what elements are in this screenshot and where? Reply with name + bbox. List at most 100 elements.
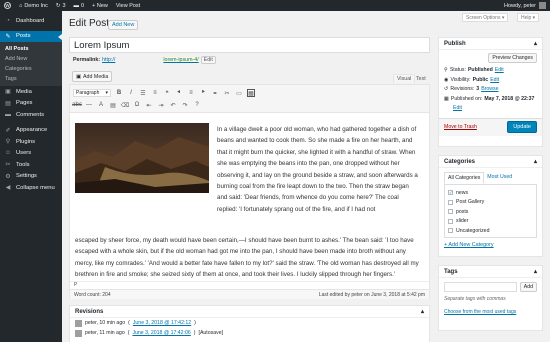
editor-toolbar: Paragraph ▾ B I ☰ ≡ ❝ ⯇ ≡ ⯈ ⚭ ✂ ▭ ▦ abc —… xyxy=(70,85,429,113)
align-left-icon[interactable]: ⯇ xyxy=(175,89,183,97)
new-content-label: + New xyxy=(92,2,108,9)
revision-link[interactable]: June 3, 2018 @ 17:42:12 xyxy=(133,320,191,326)
browse-link[interactable]: Browse xyxy=(481,86,498,92)
category-item[interactable]: Post Gallery xyxy=(448,198,533,208)
menu-pages[interactable]: ▤ Pages xyxy=(0,98,62,110)
post-image[interactable] xyxy=(75,123,209,193)
menu-dashboard[interactable]: ◔ Dashboard xyxy=(0,15,62,27)
category-item[interactable]: slider xyxy=(448,217,533,227)
read-more-icon[interactable]: ▭ xyxy=(235,89,243,97)
new-content-link[interactable]: + New xyxy=(88,0,112,11)
format-select[interactable]: Paragraph ▾ xyxy=(73,89,111,97)
pages-icon: ▤ xyxy=(5,100,11,107)
category-item[interactable]: ✓ news xyxy=(448,188,533,198)
add-new-category-link[interactable]: + Add New Category xyxy=(444,242,537,248)
align-center-icon[interactable]: ≡ xyxy=(187,89,195,97)
revision-link[interactable]: June 3, 2018 @ 17:42:06 xyxy=(132,330,190,336)
tab-most-used[interactable]: Most Used xyxy=(484,172,515,184)
updates-link[interactable]: ↻ 3 xyxy=(52,0,70,11)
indent-icon[interactable]: ⇥ xyxy=(157,101,165,109)
outdent-icon[interactable]: ⇤ xyxy=(145,101,153,109)
menu-plugins[interactable]: ⚲ Plugins xyxy=(0,136,62,148)
format-select-value: Paragraph xyxy=(76,90,100,96)
comments-link[interactable]: ▬ 0 xyxy=(70,0,89,11)
checkbox-checked[interactable]: ✓ xyxy=(448,190,453,196)
toolbar-toggle-icon[interactable]: ▦ xyxy=(247,89,255,97)
special-character-icon[interactable]: Ω xyxy=(133,101,141,109)
text-color-icon[interactable]: A xyxy=(97,101,105,109)
menu-comments[interactable]: ▬ Comments xyxy=(0,109,62,121)
checkbox[interactable] xyxy=(448,218,453,224)
bullet-list-icon[interactable]: ☰ xyxy=(139,89,147,97)
wrench-icon: ✂ xyxy=(5,162,11,169)
choose-tags-link[interactable]: Choose from the most used tags xyxy=(439,302,542,315)
publish-header[interactable]: Publish ▴ xyxy=(439,38,542,50)
strikethrough-icon[interactable]: abc xyxy=(72,101,82,109)
menu-users[interactable]: ☺ Users xyxy=(0,148,62,160)
permalink-url[interactable]: http:// lorem-ipsum-4/ xyxy=(102,57,199,63)
add-new-button[interactable]: Add New xyxy=(108,20,139,30)
chevron-up-icon: ▴ xyxy=(420,309,424,315)
help-button[interactable]: Help ▾ xyxy=(517,13,540,22)
menu-appearance[interactable]: ✐ Appearance xyxy=(0,125,62,137)
my-account-link[interactable]: Howdy, peter xyxy=(504,2,550,9)
clear-formatting-icon[interactable]: ⌫ xyxy=(121,101,129,109)
tags-input[interactable] xyxy=(444,282,517,292)
submenu-all-posts[interactable]: All Posts xyxy=(0,44,62,54)
bold-icon[interactable]: B xyxy=(115,89,123,97)
add-tag-button[interactable]: Add xyxy=(519,282,537,292)
categories-header[interactable]: Categories ▴ xyxy=(439,156,542,168)
italic-icon[interactable]: I xyxy=(127,89,135,97)
view-post-link[interactable]: View Post xyxy=(112,0,144,11)
menu-settings[interactable]: ⚙ Settings xyxy=(0,171,62,183)
add-media-button[interactable]: ▣ Add Media xyxy=(72,71,113,82)
submenu-tags[interactable]: Tags xyxy=(0,74,62,84)
numbered-list-icon[interactable]: ≡ xyxy=(151,89,159,97)
undo-icon[interactable]: ↶ xyxy=(169,101,177,109)
checkbox[interactable] xyxy=(448,199,453,205)
move-to-trash-link[interactable]: Move to Trash xyxy=(444,124,477,130)
brush-icon: ✐ xyxy=(5,127,11,134)
collapse-menu-button[interactable]: ◀ Collapse menu xyxy=(0,182,62,194)
wordpress-logo[interactable]: W xyxy=(0,0,15,11)
site-name: Demo Inc xyxy=(24,2,48,9)
submenu-categories[interactable]: Categories xyxy=(0,64,62,74)
post-title-input[interactable]: Lorem Ipsum xyxy=(69,37,430,53)
menu-tools[interactable]: ✂ Tools xyxy=(0,159,62,171)
revisions-header[interactable]: Revisions ▴ xyxy=(70,306,429,318)
align-right-icon[interactable]: ⯈ xyxy=(199,89,207,97)
tab-text[interactable]: Text xyxy=(413,74,429,83)
tags-header[interactable]: Tags ▴ xyxy=(439,266,542,278)
horizontal-line-icon[interactable]: — xyxy=(85,101,93,109)
submenu-add-new[interactable]: Add New xyxy=(0,54,62,64)
redo-icon[interactable]: ↷ xyxy=(181,101,189,109)
preview-changes-button[interactable]: Preview Changes xyxy=(488,53,537,63)
revisions-heading: Revisions xyxy=(75,308,104,315)
updates-icon: ↻ xyxy=(55,2,61,9)
avatar xyxy=(75,319,82,327)
menu-media[interactable]: ▣ Media xyxy=(0,86,62,98)
site-name-link[interactable]: ⌂ Demo Inc xyxy=(15,0,52,11)
editor-content[interactable]: In a village dwelt a poor old woman, who… xyxy=(70,113,429,281)
category-item[interactable]: posts xyxy=(448,207,533,217)
screen-options-button[interactable]: Screen Options ▾ xyxy=(462,13,509,22)
link-icon[interactable]: ⚭ xyxy=(211,89,219,97)
visibility-edit-link[interactable]: Edit xyxy=(490,77,499,83)
permalink-edit-button[interactable]: Edit xyxy=(200,56,216,64)
category-item[interactable]: Uncategorized xyxy=(448,226,533,236)
status-edit-link[interactable]: Edit xyxy=(495,67,504,73)
update-button[interactable]: Update xyxy=(507,121,537,133)
menu-label: Users xyxy=(16,150,32,157)
tab-visual[interactable]: Visual xyxy=(393,74,416,83)
help-icon[interactable]: ? xyxy=(193,101,201,109)
blockquote-icon[interactable]: ❝ xyxy=(163,89,171,97)
menu-posts[interactable]: ✎ Posts xyxy=(0,30,62,42)
published-edit-link[interactable]: Edit xyxy=(453,105,462,111)
tab-all-categories[interactable]: All Categories xyxy=(444,172,485,184)
checkbox[interactable] xyxy=(448,228,453,234)
checkbox[interactable] xyxy=(448,209,453,215)
paste-text-icon[interactable]: ▤ xyxy=(109,101,117,109)
menu-label: Comments xyxy=(16,111,45,118)
tags-box: Tags ▴ Add Separate tags with commas Choo… xyxy=(438,265,543,331)
unlink-icon[interactable]: ✂ xyxy=(223,89,231,97)
